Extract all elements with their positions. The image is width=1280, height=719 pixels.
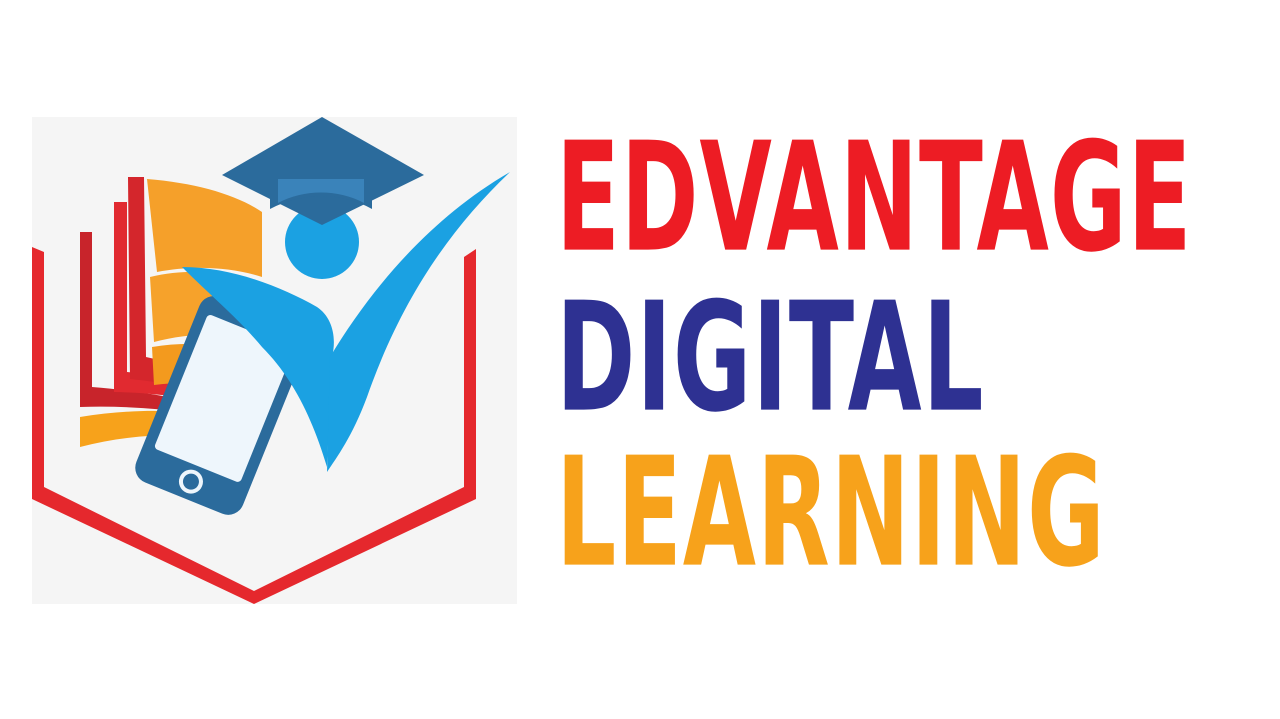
logo-wordmark: EDVANTAGE DIGITAL LEARNING [556, 108, 1256, 588]
checkmark-icon [327, 172, 510, 472]
logo-emblem [32, 117, 517, 604]
wordmark-line-learning: LEARNING [556, 423, 1106, 601]
wordmark-line-edvantage: EDVANTAGE [556, 108, 1193, 286]
wordmark-line-digital: DIGITAL [556, 268, 985, 446]
logo-page: EDVANTAGE DIGITAL LEARNING [0, 0, 1280, 719]
